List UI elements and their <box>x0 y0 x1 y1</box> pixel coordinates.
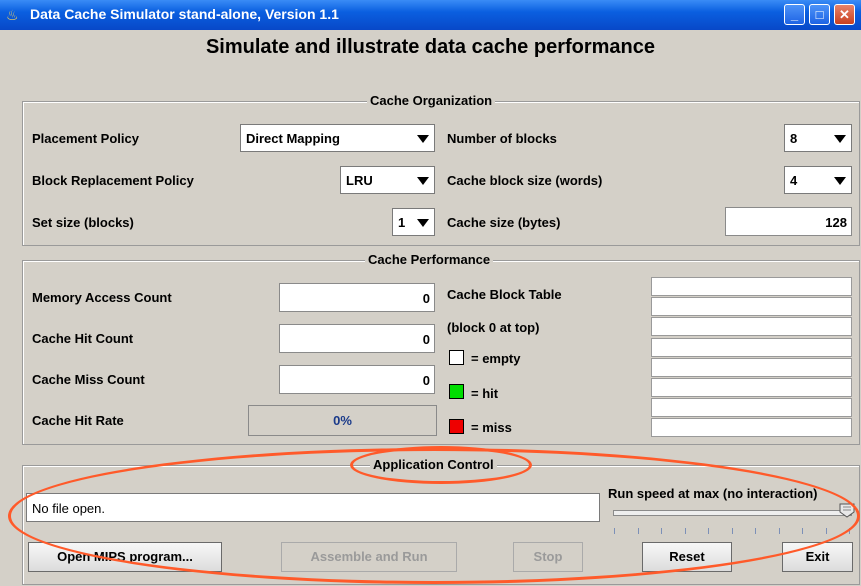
chevron-down-icon <box>417 219 429 227</box>
maximize-button[interactable]: □ <box>809 4 830 25</box>
cache-block-cell <box>651 418 852 438</box>
cache-block-cell <box>651 378 852 397</box>
title-bar[interactable]: ♨ Data Cache Simulator stand-alone, Vers… <box>0 0 861 30</box>
cache-hit-rate-label: Cache Hit Rate <box>32 413 124 428</box>
number-of-blocks-label: Number of blocks <box>447 131 557 146</box>
slider-tick <box>755 528 756 534</box>
page-title: Simulate and illustrate data cache perfo… <box>205 36 656 58</box>
cache-block-cell <box>651 277 852 296</box>
legend-empty-label: = empty <box>471 351 521 366</box>
cache-hit-count-label: Cache Hit Count <box>32 331 134 346</box>
legend-miss-label: = miss <box>471 420 512 435</box>
run-speed-slider[interactable] <box>613 510 852 516</box>
slider-tick <box>849 528 850 534</box>
set-size-select[interactable]: 1 <box>392 208 435 236</box>
block-size-value: 4 <box>790 173 798 188</box>
chevron-down-icon <box>834 177 846 185</box>
slider-tick <box>661 528 662 534</box>
placement-policy-label: Placement Policy <box>32 131 139 146</box>
cache-block-table-sublabel: (block 0 at top) <box>447 320 540 335</box>
minimize-button[interactable]: _ <box>784 4 805 25</box>
slider-tick <box>802 528 803 534</box>
slider-tick <box>637 528 639 534</box>
cache-size-label: Cache size (bytes) <box>447 215 561 230</box>
cache-block-cell <box>651 398 852 418</box>
window-title: Data Cache Simulator stand-alone, Versio… <box>30 6 339 22</box>
legend-hit-label: = hit <box>471 386 499 401</box>
legend-hit-swatch <box>449 384 464 399</box>
java-app-icon: ♨ <box>6 7 19 23</box>
slider-thumb-handle[interactable] <box>839 503 855 518</box>
slider-tick <box>684 528 686 534</box>
legend-miss-swatch <box>449 419 464 434</box>
group-title-performance: Cache Performance <box>365 252 494 267</box>
slider-tick <box>825 528 827 534</box>
cache-size-field: 128 <box>725 207 852 236</box>
reset-button[interactable]: Reset <box>642 542 732 572</box>
cache-hit-rate-bar: 0% <box>248 405 437 436</box>
close-button[interactable]: ✕ <box>834 4 855 25</box>
status-field: No file open. <box>26 493 600 522</box>
slider-tick <box>614 528 615 534</box>
slider-tick <box>731 528 733 534</box>
run-speed-label: Run speed at max (no interaction) <box>608 486 818 501</box>
cache-block-cell <box>651 317 852 337</box>
set-size-value: 1 <box>398 215 406 230</box>
replacement-policy-label: Block Replacement Policy <box>32 173 194 188</box>
chevron-down-icon <box>417 135 429 143</box>
memory-access-count-field: 0 <box>279 283 435 312</box>
group-title-organization: Cache Organization <box>367 93 496 108</box>
slider-tick <box>778 528 780 534</box>
legend-empty-swatch <box>449 350 464 365</box>
slider-tick <box>708 528 709 534</box>
set-size-label: Set size (blocks) <box>32 215 134 230</box>
replacement-policy-value: LRU <box>346 173 373 188</box>
replacement-policy-select[interactable]: LRU <box>340 166 435 194</box>
block-size-select[interactable]: 4 <box>784 166 852 194</box>
cache-block-cell <box>651 297 852 317</box>
open-mips-program-button[interactable]: Open MIPS program... <box>28 542 222 572</box>
placement-policy-value: Direct Mapping <box>246 131 340 146</box>
stop-button[interactable]: Stop <box>513 542 583 572</box>
cache-block-cell <box>651 357 852 377</box>
block-size-label: Cache block size (words) <box>447 173 603 188</box>
cache-block-cell <box>651 337 852 357</box>
memory-access-count-label: Memory Access Count <box>32 290 172 305</box>
chevron-down-icon <box>417 177 429 185</box>
exit-button[interactable]: Exit <box>782 542 853 572</box>
cache-hit-count-field: 0 <box>279 324 435 353</box>
chevron-down-icon <box>834 135 846 143</box>
placement-policy-select[interactable]: Direct Mapping <box>240 124 435 152</box>
number-of-blocks-select[interactable]: 8 <box>784 124 852 152</box>
cache-block-table-label: Cache Block Table <box>447 287 562 302</box>
cache-miss-count-label: Cache Miss Count <box>32 372 145 387</box>
group-title-control: Application Control <box>370 457 497 472</box>
number-of-blocks-value: 8 <box>790 131 798 146</box>
cache-miss-count-field: 0 <box>279 365 435 394</box>
assemble-and-run-button[interactable]: Assemble and Run <box>281 542 457 572</box>
